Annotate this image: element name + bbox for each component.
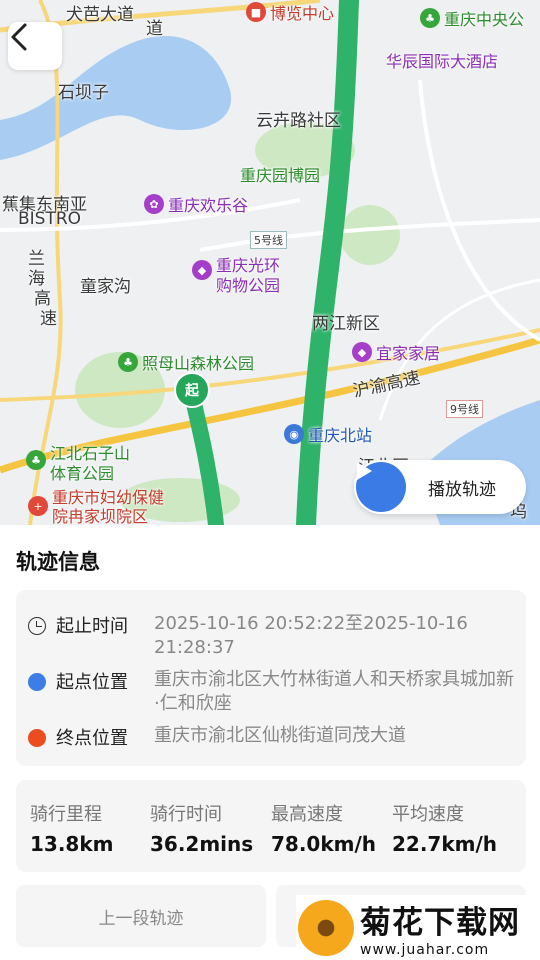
hospital-cross-icon: + xyxy=(28,496,48,516)
poi-happy-valley[interactable]: ✿ 重庆欢乐谷 xyxy=(144,192,248,216)
building-icon: ■ xyxy=(246,2,266,22)
stat-value: 78.0km/h xyxy=(271,832,377,856)
end-location-key: 终点位置 xyxy=(56,728,128,749)
poi-label: 重庆市妇幼保健 xyxy=(52,488,165,507)
poi-label: 重庆北站 xyxy=(308,426,373,445)
time-range-key: 起止时间 xyxy=(56,616,128,637)
track-start-marker: 起 xyxy=(174,372,210,408)
shopping-bag-icon: ◆ xyxy=(352,342,372,362)
watermark-text: 菊花下载网 www.juahar.com xyxy=(360,897,520,958)
train-icon: ◉ xyxy=(284,424,304,444)
end-dot-icon xyxy=(28,729,46,747)
poi-shizishan-park[interactable]: ♣ 江北石子山 体育公园 xyxy=(26,444,130,484)
start-location-key: 起点位置 xyxy=(56,672,128,693)
poi-label: 体育公园 xyxy=(50,464,115,483)
poi-maternal-hospital[interactable]: + 重庆市妇幼保健 院冉家坝院区 xyxy=(28,488,164,525)
stat-avg-speed: 平均速度 22.7km/h xyxy=(392,800,497,856)
watermark-url: www.juahar.com xyxy=(360,942,490,958)
poi-label: 照母山森林公园 xyxy=(142,354,255,373)
track-info-title: 轨迹信息 xyxy=(16,550,100,574)
ride-stats-card: 骑行里程 13.8km 骑行时间 36.2mins 最高速度 78.0km/h … xyxy=(16,780,526,872)
map-label-dao: 道 xyxy=(146,19,163,39)
map-label-bistro-en: BISTRO xyxy=(18,209,82,229)
watermark: 菊花下载网 www.juahar.com xyxy=(296,895,540,960)
previous-track-button[interactable]: 上一段轨迹 xyxy=(16,885,266,947)
poi-label: 购物公园 xyxy=(216,276,281,295)
poi-label-group: 重庆光环 购物公园 xyxy=(216,256,280,296)
poi-expo-center[interactable]: ■ 博览中心 xyxy=(246,0,334,24)
poi-label: 宜家家居 xyxy=(376,344,441,363)
stat-label: 骑行时间 xyxy=(150,804,222,825)
map-label-shibazi: 石坝子 xyxy=(58,83,109,103)
play-track-button[interactable]: 播放轨迹 xyxy=(354,460,526,514)
map-label-yunhuan: 云卉路社区 xyxy=(256,111,341,131)
poi-north-station[interactable]: ◉ 重庆北站 xyxy=(284,422,372,446)
map-label-exp4: 速 xyxy=(40,309,57,329)
shopping-bag-icon: ◆ xyxy=(192,260,212,280)
poi-label: 华辰国际大酒店 xyxy=(386,52,499,71)
time-range-value: 2025-10-16 20:52:22至2025-10-16 21:28:37 xyxy=(154,613,468,658)
track-info-card: 起止时间 2025-10-16 20:52:22至2025-10-16 21:2… xyxy=(16,590,526,766)
stat-max-speed: 最高速度 78.0km/h xyxy=(271,800,376,856)
poi-label: 重庆欢乐谷 xyxy=(168,196,249,215)
stat-distance: 骑行里程 13.8km xyxy=(30,800,114,856)
stat-label: 骑行里程 xyxy=(30,804,102,825)
chevron-left-icon xyxy=(11,23,27,51)
start-dot-icon xyxy=(28,673,46,691)
stat-label: 最高速度 xyxy=(271,804,343,825)
back-button[interactable] xyxy=(8,22,62,70)
metro-line-9: 9号线 xyxy=(446,400,483,418)
stat-value: 22.7km/h xyxy=(392,832,498,856)
poi-label: 重庆光环 xyxy=(216,256,281,275)
time-range-row: 起止时间 2025-10-16 20:52:22至2025-10-16 21:2… xyxy=(28,612,514,660)
stat-value: 13.8km xyxy=(30,832,114,856)
start-location-value: 重庆市渝北区大竹林街道人和天桥家具城加新·仁和欣座 xyxy=(154,669,514,714)
clock-icon xyxy=(28,617,46,635)
start-location-row: 起点位置 重庆市渝北区大竹林街道人和天桥家具城加新·仁和欣座 xyxy=(28,668,514,716)
poi-expo-garden[interactable]: 重庆园博园 xyxy=(240,162,320,186)
stat-label: 平均速度 xyxy=(392,804,464,825)
map-label-zhangjiagou: 童家沟 xyxy=(80,277,131,297)
poi-zhaomushan-park[interactable]: ♣ 照母山森林公园 xyxy=(118,350,254,374)
poi-label: 博览中心 xyxy=(270,4,335,23)
watermark-title: 菊花下载网 xyxy=(360,905,520,941)
stat-value: 36.2mins xyxy=(150,832,254,856)
map-label-lianghe: 两江新区 xyxy=(312,314,380,334)
poi-central-park[interactable]: ♣ 重庆中央公 xyxy=(420,6,524,30)
map-label-road: 犬芭大道 xyxy=(66,5,134,25)
metro-line-5: 5号线 xyxy=(250,231,287,249)
poi-label: 院冉家坝院区 xyxy=(52,507,149,525)
play-icon xyxy=(356,462,406,512)
tree-icon: ♣ xyxy=(118,352,138,372)
poi-guanghuan-mall[interactable]: ◆ 重庆光环 购物公园 xyxy=(192,256,280,296)
poi-label: 重庆中央公 xyxy=(444,10,525,29)
stat-duration: 骑行时间 36.2mins xyxy=(150,800,253,856)
end-location-value: 重庆市渝北区仙桃街道同茂大道 xyxy=(154,725,406,746)
poi-huachen-hotel[interactable]: 华辰国际大酒店 xyxy=(386,48,498,72)
poi-ikea[interactable]: ◆ 宜家家居 xyxy=(352,340,440,364)
poi-label-group: 重庆市妇幼保健 院冉家坝院区 xyxy=(52,488,164,525)
tree-icon: ♣ xyxy=(26,450,46,470)
poi-label: 重庆园博园 xyxy=(240,166,321,185)
end-location-row: 终点位置 重庆市渝北区仙桃街道同茂大道 xyxy=(28,724,514,750)
poi-label: 江北石子山 xyxy=(50,444,131,463)
ferris-wheel-icon: ✿ xyxy=(144,194,164,214)
chrysanthemum-logo-icon xyxy=(298,899,354,956)
tree-icon: ♣ xyxy=(420,8,440,28)
play-track-label: 播放轨迹 xyxy=(428,479,496,500)
poi-label-group: 江北石子山 体育公园 xyxy=(50,444,130,484)
map-view[interactable]: 犬芭大道 石坝子 云卉路社区 蕉集东南亚 BISTRO 童家沟 两江新区 沪渝高… xyxy=(0,0,540,525)
